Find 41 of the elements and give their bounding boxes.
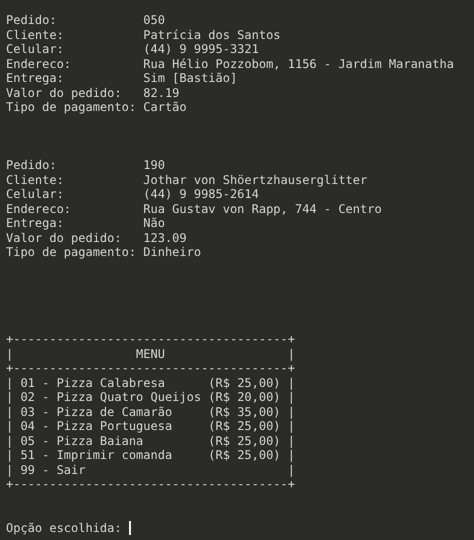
- field-label: Celular:: [6, 42, 65, 56]
- field-label: Pedido:: [6, 158, 58, 172]
- field-value: 050: [143, 13, 165, 28]
- field-label: Celular:: [6, 187, 65, 202]
- menu-line: | 03 - Pizza de Camarão (R$ 35,00) |: [6, 404, 295, 419]
- field-label: Valor do pedido:: [6, 230, 123, 245]
- menu-line: | 04 - Pizza Portuguesa (R$ 25,00) |: [6, 419, 295, 434]
- field-value: Rua Hélio Pozzobom, 1156 - Jardim Maranatha: [143, 56, 454, 71]
- field-label: Tipo de pagamento:: [6, 245, 138, 260]
- field-value: Rua Gustav von Rapp, 744 - Centro: [143, 202, 382, 216]
- field-value: 82.19: [143, 86, 180, 100]
- text-cursor: [128, 520, 131, 535]
- menu-line: | 51 - Imprimir comanda (R$ 25,00) |: [6, 448, 295, 462]
- menu-line: | 02 - Pizza Quatro Queijos (R$ 20,00) |: [6, 390, 295, 404]
- field-label: Cliente:: [6, 28, 65, 42]
- field-label: Endereco:: [6, 56, 72, 71]
- menu-line: +--------------------------------------+: [6, 361, 295, 376]
- menu-line: | MENU |: [6, 346, 295, 361]
- field-value: Dinheiro: [143, 245, 202, 260]
- field-label: Endereco:: [6, 202, 72, 216]
- field-value: Patrícia dos Santos: [143, 28, 281, 42]
- field-value: Não: [143, 216, 165, 230]
- menu-line: | 05 - Pizza Baiana (R$ 25,00) |: [6, 434, 295, 448]
- field-value: 123.09: [143, 230, 187, 245]
- field-label: Entrega:: [6, 71, 65, 86]
- field-value: Sim [Bastião]: [143, 71, 238, 86]
- menu-line: +--------------------------------------+: [6, 477, 295, 492]
- field-label: Pedido:: [6, 13, 58, 28]
- menu-line: | 99 - Sair |: [6, 462, 295, 477]
- field-value: (44) 9 9985-2614: [143, 187, 259, 202]
- field-label: Valor do pedido:: [6, 86, 123, 100]
- field-label: Entrega:: [6, 216, 65, 230]
- field-value: (44) 9 9995-3321: [143, 42, 259, 56]
- field-value: Cartão: [143, 100, 187, 114]
- field-label: Cliente:: [6, 172, 65, 187]
- field-value: 190: [143, 158, 165, 172]
- field-label: Tipo de pagamento:: [6, 100, 138, 114]
- prompt-text: Opção escolhida:: [6, 520, 122, 535]
- menu-line: +--------------------------------------+: [6, 332, 295, 346]
- field-value: Jothar von Shöertzhauserglitter: [143, 172, 368, 187]
- menu-line: | 01 - Pizza Calabresa (R$ 25,00) |: [6, 376, 295, 390]
